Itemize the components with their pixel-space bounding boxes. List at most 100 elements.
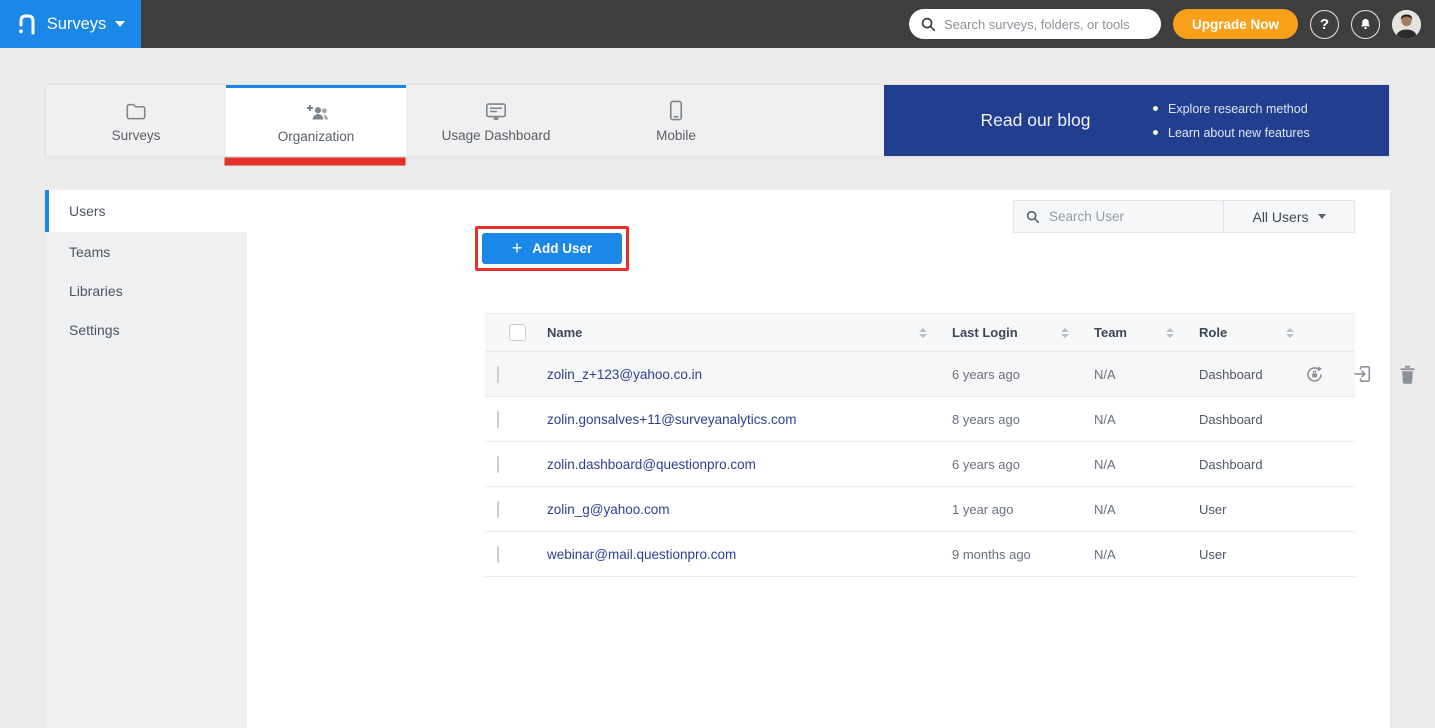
user-search-input[interactable] bbox=[1049, 209, 1211, 224]
org-sidebar: Users Teams Libraries Settings bbox=[45, 190, 247, 728]
notifications-button[interactable] bbox=[1351, 10, 1380, 39]
role-cell: User bbox=[1184, 502, 1304, 517]
add-user-button[interactable]: + Add User bbox=[482, 233, 622, 264]
blog-promo-banner[interactable]: Read our blog Explore research method Le… bbox=[884, 85, 1389, 156]
annotation-highlight-underline bbox=[225, 158, 405, 165]
tab-surveys[interactable]: Surveys bbox=[46, 85, 226, 156]
tab-mobile[interactable]: Mobile bbox=[586, 85, 766, 156]
table-row: zolin.gonsalves+11@surveyanalytics.com 8… bbox=[485, 397, 1355, 442]
sidebar-item-settings[interactable]: Settings bbox=[45, 310, 247, 349]
tab-organization[interactable]: Organization bbox=[226, 85, 406, 156]
filter-label: All Users bbox=[1252, 209, 1308, 225]
global-search-input[interactable] bbox=[944, 17, 1149, 32]
user-filter-dropdown[interactable]: All Users bbox=[1224, 201, 1354, 232]
user-search[interactable] bbox=[1014, 201, 1224, 232]
dashboard-icon bbox=[484, 99, 508, 121]
tab-label: Surveys bbox=[112, 128, 161, 143]
promo-title: Read our blog bbox=[918, 110, 1153, 131]
chevron-down-icon bbox=[1318, 214, 1326, 219]
column-header-name: Name bbox=[547, 325, 582, 340]
promo-bullet-list: Explore research method Learn about new … bbox=[1153, 102, 1310, 140]
sort-icon[interactable] bbox=[1166, 328, 1174, 338]
table-row: webinar@mail.questionpro.com 9 months ag… bbox=[485, 532, 1355, 577]
global-search[interactable] bbox=[909, 9, 1161, 39]
sidebar-item-label: Libraries bbox=[69, 283, 123, 299]
search-icon bbox=[921, 17, 936, 32]
delete-user-icon[interactable] bbox=[1399, 365, 1416, 384]
login-as-user-icon[interactable] bbox=[1352, 364, 1372, 384]
sidebar-item-label: Settings bbox=[69, 322, 120, 338]
help-button[interactable]: ? bbox=[1310, 10, 1339, 39]
bell-icon bbox=[1358, 17, 1373, 32]
product-menu[interactable]: Surveys bbox=[0, 0, 141, 48]
role-cell: Dashboard bbox=[1184, 412, 1304, 427]
team-cell: N/A bbox=[1079, 547, 1184, 562]
last-login-cell: 6 years ago bbox=[937, 367, 1079, 382]
team-cell: N/A bbox=[1079, 457, 1184, 472]
product-label: Surveys bbox=[47, 15, 107, 34]
sidebar-item-label: Users bbox=[69, 203, 106, 219]
tab-label: Usage Dashboard bbox=[442, 128, 551, 143]
last-login-cell: 6 years ago bbox=[937, 457, 1079, 472]
tab-label: Mobile bbox=[656, 128, 696, 143]
user-filter-group: All Users bbox=[1013, 200, 1355, 233]
column-header-team: Team bbox=[1094, 325, 1127, 340]
team-cell: N/A bbox=[1079, 367, 1184, 382]
user-email-link[interactable]: zolin.dashboard@questionpro.com bbox=[547, 457, 756, 472]
team-cell: N/A bbox=[1079, 412, 1184, 427]
add-user-label: Add User bbox=[532, 241, 592, 256]
questionpro-logo-icon bbox=[16, 12, 38, 36]
organization-panel: Users Teams Libraries Settings All Users… bbox=[45, 190, 1390, 728]
reset-password-icon[interactable] bbox=[1304, 364, 1325, 385]
user-email-link[interactable]: zolin_g@yahoo.com bbox=[547, 502, 670, 517]
annotation-highlight-box: + Add User bbox=[475, 226, 629, 271]
users-content: All Users + Add User Name Last Login bbox=[247, 190, 1390, 728]
upgrade-now-button[interactable]: Upgrade Now bbox=[1173, 9, 1298, 39]
row-checkbox[interactable] bbox=[497, 456, 499, 473]
row-checkbox[interactable] bbox=[497, 366, 499, 383]
user-email-link[interactable]: zolin_z+123@yahoo.co.in bbox=[547, 367, 702, 382]
users-table: Name Last Login Team Role zo bbox=[485, 313, 1355, 577]
promo-bullet: Explore research method bbox=[1153, 102, 1310, 116]
sort-icon[interactable] bbox=[919, 328, 927, 338]
sidebar-item-label: Teams bbox=[69, 244, 110, 260]
column-header-role: Role bbox=[1199, 325, 1227, 340]
top-bar: Surveys Upgrade Now ? bbox=[0, 0, 1435, 48]
user-avatar[interactable] bbox=[1392, 10, 1421, 39]
user-email-link[interactable]: zolin.gonsalves+11@surveyanalytics.com bbox=[547, 412, 796, 427]
promo-bullet: Learn about new features bbox=[1153, 126, 1310, 140]
add-group-icon bbox=[303, 100, 329, 122]
sort-icon[interactable] bbox=[1061, 328, 1069, 338]
table-row: zolin_g@yahoo.com 1 year ago N/A User bbox=[485, 487, 1355, 532]
row-checkbox[interactable] bbox=[497, 501, 499, 518]
search-icon bbox=[1026, 210, 1040, 224]
folder-icon bbox=[125, 99, 147, 121]
row-checkbox[interactable] bbox=[497, 546, 499, 563]
tab-usage-dashboard[interactable]: Usage Dashboard bbox=[406, 85, 586, 156]
section-tabs: Surveys Organization Usage Dashboard Mob… bbox=[45, 84, 1390, 157]
role-cell: Dashboard bbox=[1184, 457, 1304, 472]
last-login-cell: 1 year ago bbox=[937, 502, 1079, 517]
select-all-checkbox[interactable] bbox=[509, 324, 526, 341]
mobile-icon bbox=[669, 99, 683, 121]
user-email-link[interactable]: webinar@mail.questionpro.com bbox=[547, 547, 736, 562]
last-login-cell: 9 months ago bbox=[937, 547, 1079, 562]
column-header-last-login: Last Login bbox=[952, 325, 1018, 340]
plus-icon: + bbox=[512, 239, 523, 257]
row-checkbox[interactable] bbox=[497, 411, 499, 428]
sidebar-item-users[interactable]: Users bbox=[45, 190, 247, 232]
table-row: zolin_z+123@yahoo.co.in 6 years ago N/A … bbox=[485, 352, 1355, 397]
chevron-down-icon bbox=[115, 21, 125, 27]
role-cell: Dashboard bbox=[1184, 367, 1304, 382]
table-body: zolin_z+123@yahoo.co.in 6 years ago N/A … bbox=[485, 352, 1355, 577]
sidebar-item-teams[interactable]: Teams bbox=[45, 232, 247, 271]
role-cell: User bbox=[1184, 547, 1304, 562]
table-row: zolin.dashboard@questionpro.com 6 years … bbox=[485, 442, 1355, 487]
tab-label: Organization bbox=[278, 129, 355, 144]
row-actions bbox=[1304, 364, 1435, 385]
last-login-cell: 8 years ago bbox=[937, 412, 1079, 427]
sidebar-item-libraries[interactable]: Libraries bbox=[45, 271, 247, 310]
sort-icon[interactable] bbox=[1286, 328, 1294, 338]
team-cell: N/A bbox=[1079, 502, 1184, 517]
table-header: Name Last Login Team Role bbox=[485, 313, 1355, 352]
